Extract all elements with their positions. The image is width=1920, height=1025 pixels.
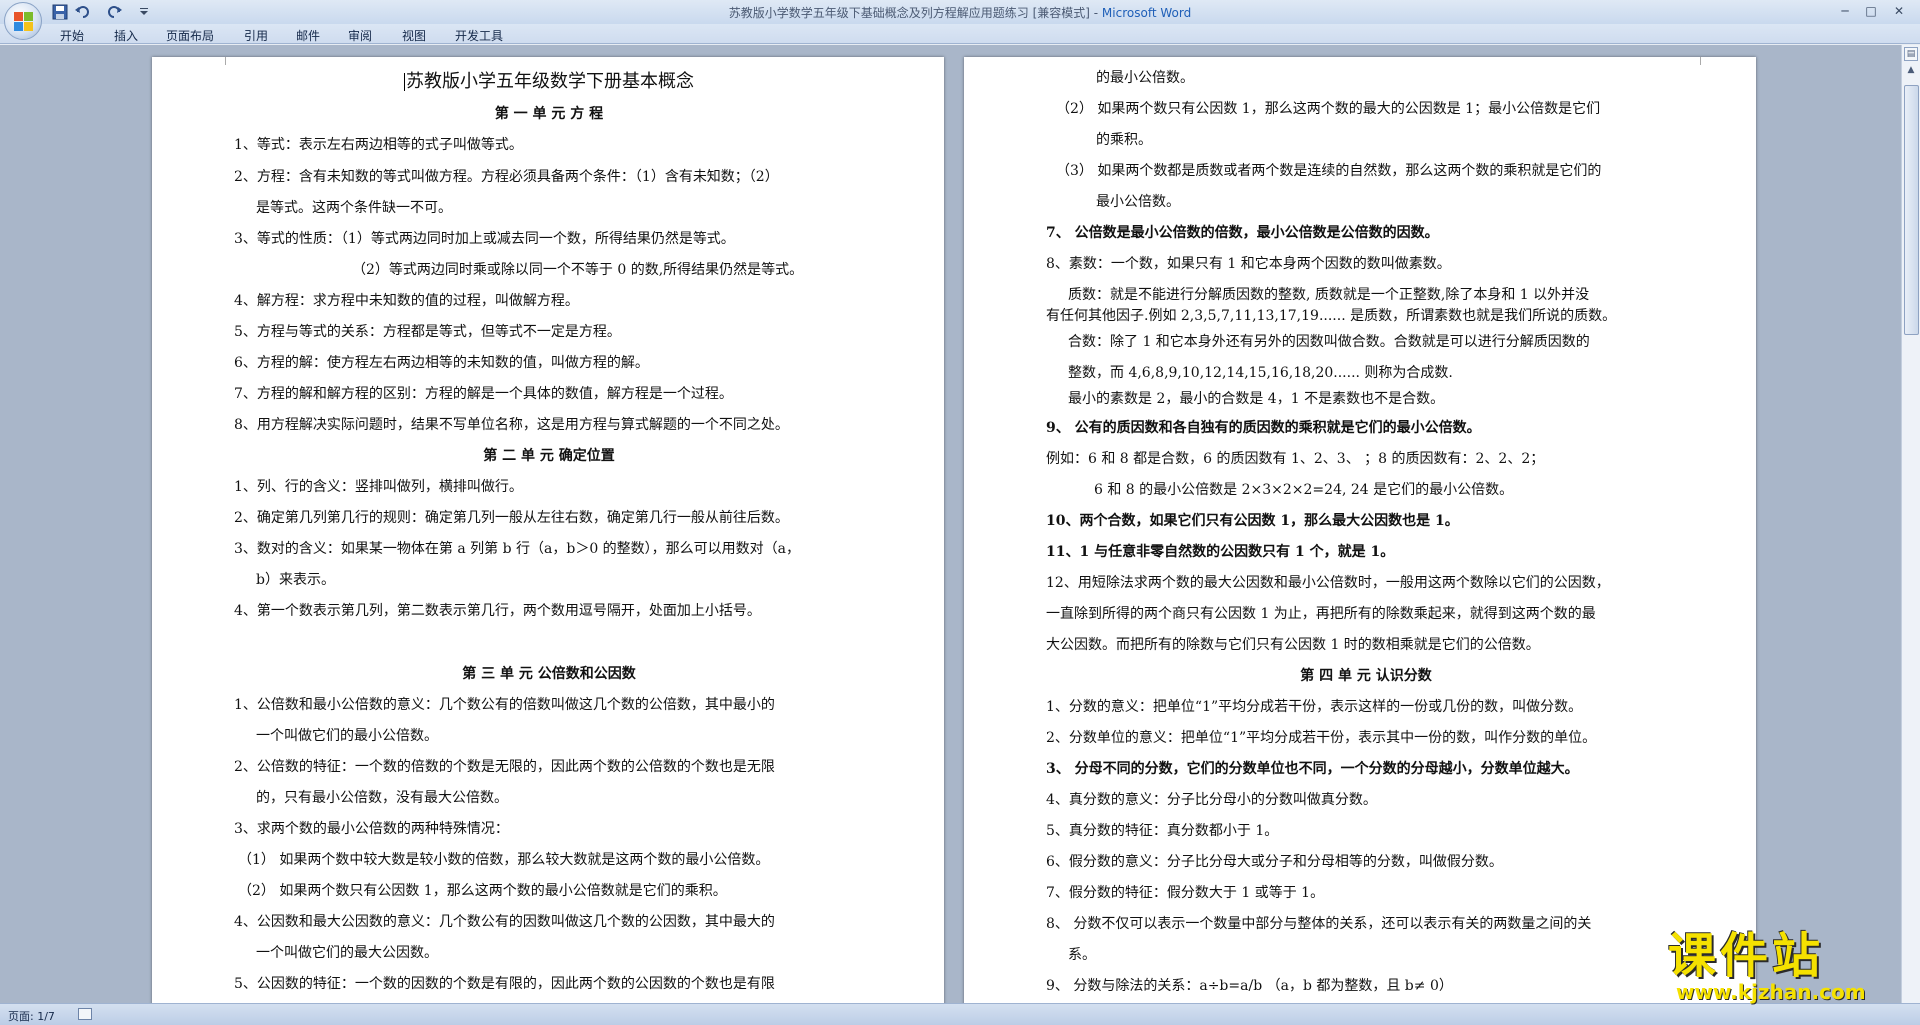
unit-heading: 第 四 单 元 认识分数 <box>1300 668 1432 684</box>
text-line: 最小的素数是 2，最小的合数是 4，1 不是素数也不是合数。 <box>1068 391 1445 407</box>
text-line: 6、方程的解：使方程左右两边相等的未知数的值，叫做方程的解。 <box>234 355 649 371</box>
text-line: 一个叫做它们的最大公因数。 <box>256 945 438 961</box>
text-line: 2、确定第几列第几行的规则：确定第几列一般从左往右数，确定第几行一般从前往后数。 <box>234 510 789 526</box>
text-line: 1、等式：表示左右两边相等的式子叫做等式。 <box>234 137 523 153</box>
text-line: 2、公倍数的特征：一个数的倍数的个数是无限的，因此两个数的公倍数的个数也是无限 <box>234 759 775 775</box>
tab-page-layout[interactable]: 页面布局 <box>166 27 214 44</box>
tab-developer[interactable]: 开发工具 <box>455 27 503 44</box>
minimize-icon[interactable]: ─ <box>1834 2 1856 20</box>
text-line: 10、两个合数，如果它们只有公因数 1，那么最大公因数也是 1。 <box>1046 513 1459 529</box>
crop-mark <box>208 57 226 65</box>
text-line: 2、方程：含有未知数的等式叫做方程。方程必须具备两个条件：（1）含有未知数；（2… <box>234 169 779 185</box>
window-title: 苏教版小学数学五年级下基础概念及列方程解应用题练习 [兼容模式] - Micro… <box>728 6 1192 20</box>
text-line: 系。 <box>1068 947 1096 963</box>
watermark-text: 课件站 <box>1668 928 1825 984</box>
ruler-toggle-icon[interactable]: ▤ <box>1904 47 1918 61</box>
text-line: 6 和 8 的最小公倍数是 2×3×2×2=24, 24 是它们的最小公倍数。 <box>1094 482 1514 498</box>
text-line: 1、分数的意义：把单位“1”平均分成若干份，表示这样的一份或几份的数，叫做分数。 <box>1046 699 1583 715</box>
office-logo-icon <box>14 12 34 32</box>
text-line: 4、第一个数表示第几列，第二数表示第几行，两个数用逗号隔开，处面加上小括号。 <box>234 603 761 619</box>
ribbon-tabs: 开始 插入 页面布局 引用 邮件 审阅 视图 开发工具 <box>0 24 1920 44</box>
scroll-thumb[interactable] <box>1904 85 1919 335</box>
tab-home[interactable]: 开始 <box>60 27 84 44</box>
text-line: 5、真分数的特征：真分数都小于 1。 <box>1046 823 1279 839</box>
text-line: 是等式。这两个条件缺一不可。 <box>256 200 452 216</box>
text-cursor <box>404 73 405 91</box>
tab-mailings[interactable]: 邮件 <box>296 27 320 44</box>
text-line: （1） 如果两个数中较大数是较小数的倍数，那么较大数就是这两个数的最小公倍数。 <box>238 852 770 868</box>
text-line: 5、公因数的特征：一个数的因数的个数是有限的，因此两个数的公因数的个数也是有限 <box>234 976 775 992</box>
text-line: （3） 如果两个数都是质数或者两个数是连续的自然数，那么这两个数的乘积就是它们的 <box>1056 163 1602 179</box>
page-info[interactable]: 页面: 1/7 <box>8 1008 55 1024</box>
text-line: 例如：6 和 8 都是合数，6 的质因数有 1、2、3、 ；8 的质因数有：2、… <box>1046 451 1545 467</box>
text-line: 4、真分数的意义：分子比分母小的分数叫做真分数。 <box>1046 792 1377 808</box>
tab-view[interactable]: 视图 <box>402 27 426 44</box>
text-line: 4、公因数和最大公因数的意义：几个数公有的因数叫做这几个数的公因数，其中最大的 <box>234 914 775 930</box>
text-line: （2）等式两边同时乘或除以同一个不等于 0 的数,所得结果仍然是等式。 <box>352 262 804 278</box>
text-line: 7、方程的解和解方程的区别：方程的解是一个具体的数值，解方程是一个过程。 <box>234 386 733 402</box>
maximize-icon[interactable]: □ <box>1860 2 1882 20</box>
page-right[interactable]: 的最小公倍数。 （2） 如果两个数只有公因数 1，那么这两个数的最大的公因数是 … <box>964 57 1756 1003</box>
text-line: 的最小公倍数。 <box>1096 70 1194 86</box>
document-title: 苏教版小学五年级数学下册基本概念 <box>404 71 694 92</box>
text-line: 5、方程与等式的关系：方程都是等式，但等式不一定是方程。 <box>234 324 621 340</box>
text-line: 8、用方程解决实际问题时，结果不写单位名称，这是用方程与算式解题的一个不同之处。 <box>234 417 789 433</box>
text-line: 的乘积。 <box>1096 132 1152 148</box>
text-line: 一直除到所得的两个商只有公因数 1 为止，再把所有的除数乘起来，就得到这两个数的… <box>1046 606 1596 622</box>
text-line: 11、1 与任意非零自然数的公因数只有 1 个，就是 1。 <box>1046 544 1395 560</box>
tab-references[interactable]: 引用 <box>244 27 268 44</box>
text-line: 2、分数单位的意义：把单位“1”平均分成若干份，表示其中一份的数，叫作分数的单位… <box>1046 730 1597 746</box>
app-name: Microsoft Word <box>1101 6 1192 20</box>
text-line: 8、素数：一个数，如果只有 1 和它本身两个因数的数叫做素数。 <box>1046 256 1451 272</box>
text-line: 3、求两个数的最小公倍数的两种特殊情况： <box>234 821 509 837</box>
page-left[interactable]: 苏教版小学五年级数学下册基本概念 第 一 单 元 方 程 1、等式：表示左右两边… <box>152 57 944 1003</box>
text-line: 4、解方程：求方程中未知数的值的过程，叫做解方程。 <box>234 293 579 309</box>
text-line: 3、等式的性质：（1）等式两边同时加上或减去同一个数，所得结果仍然是等式。 <box>234 231 735 247</box>
tab-review[interactable]: 审阅 <box>348 27 372 44</box>
scroll-up-icon[interactable]: ▲ <box>1904 65 1918 81</box>
text-line: 质数：就是不能进行分解质因数的整数, 质数就是一个正整数,除了本身和 1 以外并… <box>1068 287 1590 303</box>
text-line: 的，只有最小公倍数，没有最大公倍数。 <box>256 790 508 806</box>
document-area[interactable]: 苏教版小学五年级数学下册基本概念 第 一 单 元 方 程 1、等式：表示左右两边… <box>0 45 1901 1003</box>
unit-heading: 第 一 单 元 方 程 <box>494 106 604 122</box>
text-line: 3、数对的含义：如果某一物体在第 a 列第 b 行（a，b＞0 的整数），那么可… <box>234 541 801 557</box>
text-line: 3、 分母不同的分数，它们的分数单位也不同，一个分数的分母越小，分数单位越大。 <box>1046 761 1579 777</box>
text-line: b）来表示。 <box>256 572 335 588</box>
text-line: 大公因数。而把所有的除数与它们只有公因数 1 时的数相乘就是它们的公倍数。 <box>1046 637 1540 653</box>
text-line: 8、 分数不仅可以表示一个数量中部分与整体的关系，还可以表示有关的两数量之间的关 <box>1046 916 1592 932</box>
proofing-icon[interactable] <box>78 1008 92 1020</box>
text-line: 9、 公有的质因数和各自独有的质因数的乘积就是它们的最小公倍数。 <box>1046 420 1481 436</box>
crop-mark <box>1700 57 1718 65</box>
text-line: 12、用短除法求两个数的最大公因数和最小公倍数时，一般用这两个数除以它们的公因数… <box>1046 575 1610 591</box>
text-line: 一个叫做它们的最小公倍数。 <box>256 728 438 744</box>
watermark-url: www.kjzhan.com <box>1676 980 1866 1004</box>
tab-insert[interactable]: 插入 <box>114 27 138 44</box>
status-bar: 页面: 1/7 <box>0 1003 1920 1025</box>
text-line: 7、 公倍数是最小公倍数的倍数，最小公倍数是公倍数的因数。 <box>1046 225 1439 241</box>
title-bar: 苏教版小学数学五年级下基础概念及列方程解应用题练习 [兼容模式] - Micro… <box>0 0 1920 24</box>
unit-heading: 第 二 单 元 确定位置 <box>483 448 615 464</box>
text-line: 9、 分数与除法的关系：a÷b=a/b （a，b 都为整数，且 b≠ 0） <box>1046 978 1453 994</box>
text-line: （2） 如果两个数只有公因数 1，那么这两个数的最大的公因数是 1；最小公倍数是… <box>1056 101 1601 117</box>
close-icon[interactable]: ✕ <box>1888 2 1910 20</box>
text-line: 最小公倍数。 <box>1096 194 1180 210</box>
unit-heading: 第 三 单 元 公倍数和公因数 <box>462 666 636 682</box>
text-line: 有任何其他因子.例如 2,3,5,7,11,13,17,19...... 是质数… <box>1046 308 1617 324</box>
text-line: 合数：除了 1 和它本身外还有另外的因数叫做合数。合数就是可以进行分解质因数的 <box>1068 334 1590 350</box>
text-line: 7、假分数的特征：假分数大于 1 或等于 1。 <box>1046 885 1325 901</box>
text-line: 整数，而 4,6,8,9,10,12,14,15,16,18,20...... … <box>1068 365 1453 381</box>
text-line: （2） 如果两个数只有公因数 1，那么这两个数的最小公倍数就是它们的乘积。 <box>238 883 727 899</box>
text-line: 6、假分数的意义：分子比分母大或分子和分母相等的分数，叫做假分数。 <box>1046 854 1503 870</box>
office-button[interactable] <box>4 2 42 40</box>
text-line: 1、列、行的含义：竖排叫做列，横排叫做行。 <box>234 479 523 495</box>
text-line: 1、公倍数和最小公倍数的意义：几个数公有的倍数叫做这几个数的公倍数，其中最小的 <box>234 697 775 713</box>
vertical-scrollbar[interactable]: ▤ ▲ <box>1901 45 1920 1003</box>
watermark-logo: 课件站 www.kjzhan.com <box>1668 928 1908 1004</box>
